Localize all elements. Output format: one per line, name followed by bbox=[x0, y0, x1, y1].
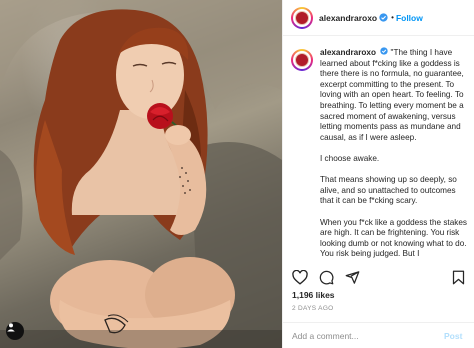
caption-scroll-area[interactable]: alexandraroxo "The thing I have learned … bbox=[283, 37, 474, 262]
caption-paragraph: "The thing I have learned about f*cking … bbox=[320, 48, 464, 142]
bookmark-icon[interactable] bbox=[449, 268, 467, 286]
caption-username[interactable]: alexandraroxo bbox=[320, 48, 376, 57]
comment-icon[interactable] bbox=[317, 268, 335, 286]
person-glyph bbox=[7, 323, 15, 332]
share-icon[interactable] bbox=[343, 268, 361, 286]
post-photo[interactable] bbox=[0, 0, 282, 348]
portrait-illustration bbox=[0, 0, 282, 348]
post-date: 2 DAYS AGO bbox=[292, 305, 334, 312]
caption-text: alexandraroxo "The thing I have learned … bbox=[320, 47, 470, 262]
likes-count[interactable]: 1,196 likes bbox=[292, 290, 335, 300]
post-header: alexandraroxo • Follow bbox=[283, 0, 474, 36]
caption-author-avatar[interactable] bbox=[291, 49, 313, 71]
caption: alexandraroxo "The thing I have learned … bbox=[291, 47, 474, 262]
caption-paragraph: When you f*ck like a goddess the stakes … bbox=[320, 217, 467, 259]
header-separator: • bbox=[391, 13, 394, 22]
heart-icon[interactable] bbox=[291, 268, 309, 286]
caption-paragraph: That means showing up so deeply, so aliv… bbox=[320, 175, 457, 206]
comment-bar: Post bbox=[283, 322, 474, 348]
follow-button[interactable]: Follow bbox=[396, 13, 423, 23]
author-username[interactable]: alexandraroxo bbox=[319, 13, 377, 23]
caption-verified-badge-icon bbox=[380, 47, 388, 55]
verified-badge-icon bbox=[379, 13, 388, 22]
comment-input[interactable] bbox=[292, 330, 442, 341]
post-details-panel: alexandraroxo • Follow alexandraroxo "Th… bbox=[282, 0, 474, 348]
action-bar bbox=[291, 266, 467, 288]
author-avatar[interactable] bbox=[291, 6, 313, 29]
user-profile-icon[interactable] bbox=[6, 322, 24, 340]
post-comment-button[interactable]: Post bbox=[444, 331, 462, 341]
caption-paragraph: I choose awake. bbox=[320, 153, 380, 163]
